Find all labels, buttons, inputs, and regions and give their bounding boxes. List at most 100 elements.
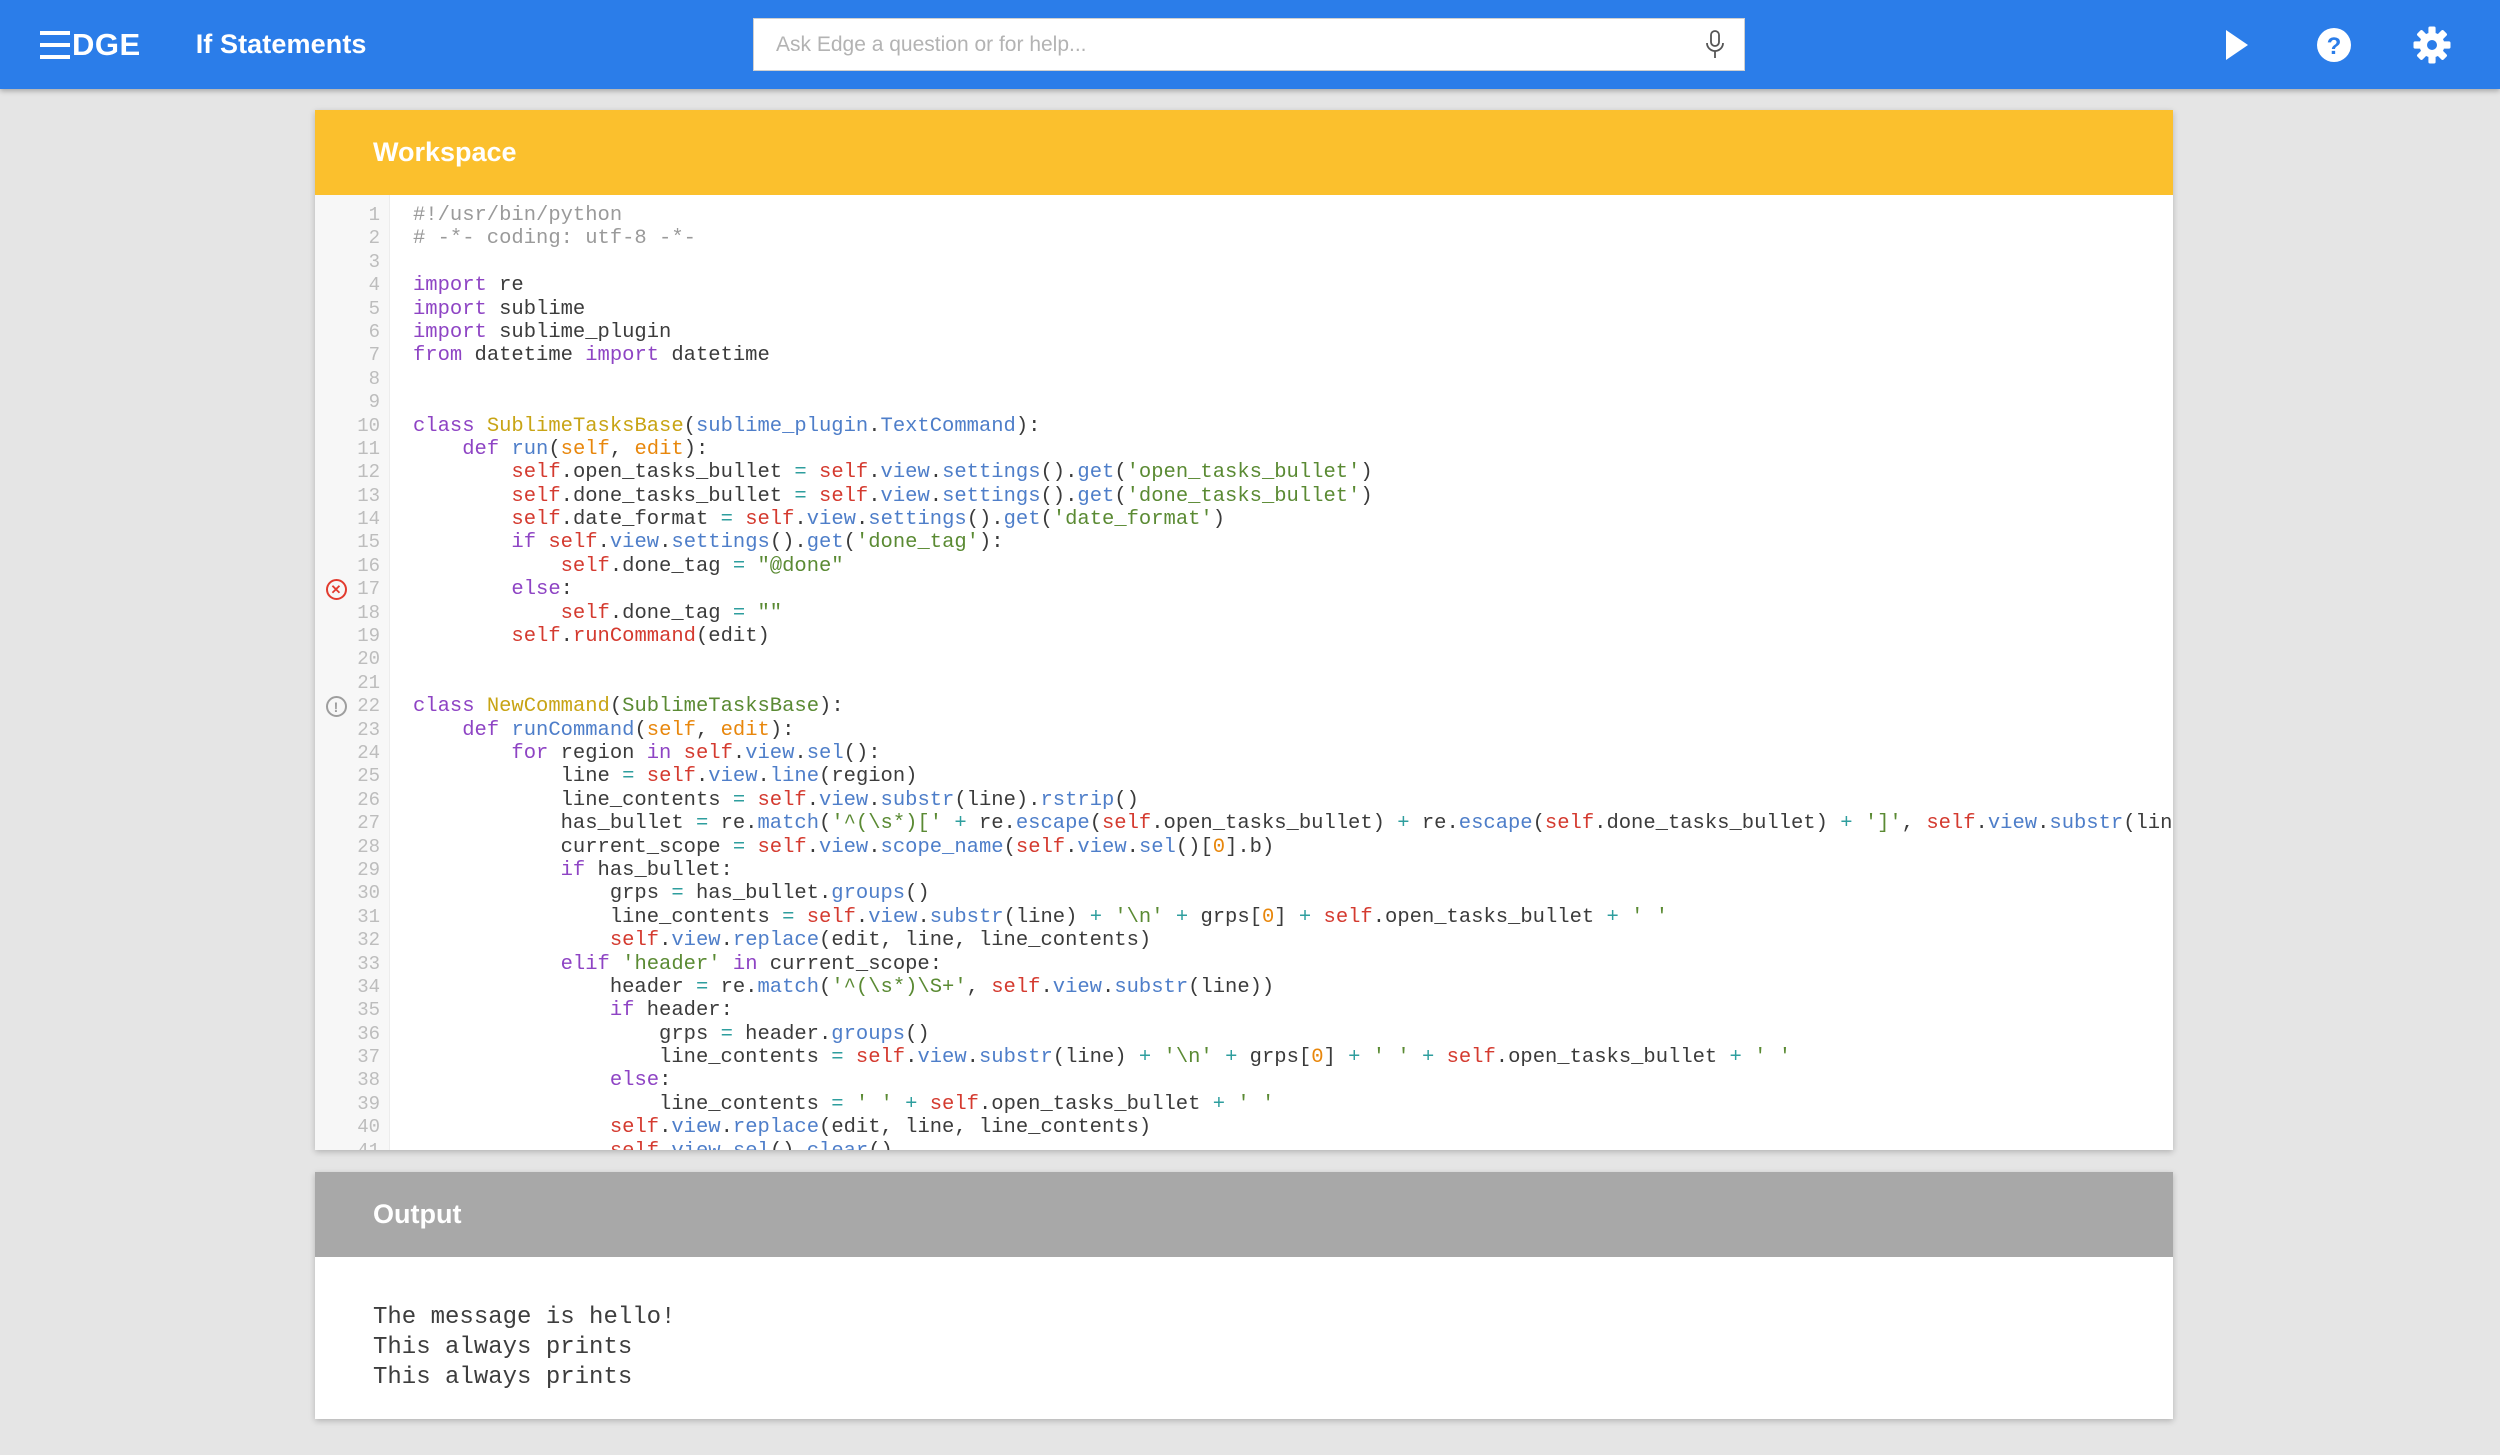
- code-line[interactable]: 26 line_contents = self.view.substr(line…: [315, 789, 2173, 812]
- marker-slot: [315, 929, 357, 952]
- error-marker[interactable]: ✕: [315, 578, 357, 601]
- code-line[interactable]: 25 line = self.view.line(region): [315, 765, 2173, 788]
- marker-slot: [315, 648, 357, 671]
- code-line[interactable]: 18 self.done_tag = "": [315, 602, 2173, 625]
- line-number: 36: [357, 1022, 380, 1045]
- code-line[interactable]: 13 self.done_tasks_bullet = self.view.se…: [315, 485, 2173, 508]
- code-line[interactable]: 40 self.view.replace(edit, line, line_co…: [315, 1116, 2173, 1139]
- code-line-text: import sublime: [413, 297, 586, 321]
- code-line[interactable]: 23 def runCommand(self, edit):: [315, 719, 2173, 742]
- code-line[interactable]: 27 has_bullet = re.match('^(\s*)[' + re.…: [315, 812, 2173, 835]
- marker-slot: [315, 625, 357, 648]
- line-number: 8: [368, 367, 380, 390]
- code-line[interactable]: 34 header = re.match('^(\s*)\S+', self.v…: [315, 976, 2173, 999]
- code-lines-container[interactable]: 1 #!/usr/bin/python 2 # -*- coding: utf-8 -…: [315, 195, 2173, 1150]
- code-line[interactable]: 24 for region in self.view.sel():: [315, 742, 2173, 765]
- marker-slot: [315, 1069, 357, 1092]
- code-line-text: self.view.sel().clear(): [390, 1140, 893, 1150]
- code-line[interactable]: 12 self.open_tasks_bullet = self.view.se…: [315, 461, 2173, 484]
- code-line[interactable]: 15 if self.view.settings().get('done_tag…: [315, 531, 2173, 554]
- code-line[interactable]: 19 self.runCommand(edit): [315, 625, 2173, 648]
- code-line-text: if header:: [609, 999, 733, 1023]
- code-line[interactable]: 14 self.date_format = self.view.settings…: [315, 508, 2173, 531]
- code-line[interactable]: 2 # -*- coding: utf-8 -*-: [315, 227, 2173, 250]
- code-line[interactable]: 35 if header:: [315, 999, 2173, 1022]
- line-number: 41: [357, 1140, 390, 1150]
- gear-icon: [2413, 26, 2451, 63]
- code-line[interactable]: 28 current_scope = self.view.scope_name(…: [315, 836, 2173, 859]
- code-line[interactable]: 33 elif 'header' in current_scope:: [315, 953, 2173, 976]
- workspace-header: Workspace: [315, 110, 2173, 195]
- code-line[interactable]: 7 from datetime import datetime: [315, 344, 2173, 367]
- marker-slot: [315, 461, 357, 484]
- topbar-actions: ?: [2213, 0, 2455, 89]
- line-number: 9: [368, 391, 380, 414]
- line-number: 4: [368, 274, 380, 297]
- marker-slot: [315, 1023, 357, 1046]
- help-button[interactable]: ?: [2311, 22, 2357, 68]
- marker-slot: [315, 485, 357, 508]
- code-line-text: class NewCommand(SublimeTasksBase):: [413, 695, 844, 719]
- marker-slot: [315, 391, 357, 414]
- code-line[interactable]: 4 import re: [315, 274, 2173, 297]
- code-line[interactable]: 21: [315, 672, 2173, 695]
- edge-logo[interactable]: DGE: [40, 29, 141, 60]
- code-line[interactable]: 3: [315, 251, 2173, 274]
- run-button[interactable]: [2213, 22, 2259, 68]
- code-line[interactable]: 32 self.view.replace(edit, line, line_co…: [315, 929, 2173, 952]
- microphone-button[interactable]: [1686, 19, 1744, 70]
- search-input[interactable]: [754, 32, 1686, 57]
- marker-slot: [315, 765, 357, 788]
- code-line[interactable]: ✕ 17 else:: [315, 578, 2173, 601]
- code-line[interactable]: 39 line_contents = ' ' + self.open_tasks…: [315, 1093, 2173, 1116]
- code-line[interactable]: 10 class SublimeTasksBase(sublime_plugin.…: [315, 415, 2173, 438]
- code-line-text: def runCommand(self, edit):: [462, 718, 795, 742]
- code-line[interactable]: 30 grps = has_bullet.groups(): [315, 882, 2173, 905]
- code-line[interactable]: 6 import sublime_plugin: [315, 321, 2173, 344]
- code-line[interactable]: 29 if has_bullet:: [315, 859, 2173, 882]
- warning-marker[interactable]: !: [315, 695, 357, 718]
- code-line-text: has_bullet = re.match('^(\s*)[' + re.esc…: [413, 812, 2173, 836]
- code-line-text: from datetime import datetime: [413, 344, 770, 368]
- code-editor[interactable]: 1 #!/usr/bin/python 2 # -*- coding: utf-8 -…: [315, 195, 2173, 1150]
- code-line[interactable]: 31 line_contents = self.view.substr(line…: [315, 906, 2173, 929]
- code-line[interactable]: 9: [315, 391, 2173, 414]
- code-line-text: import re: [413, 274, 524, 298]
- code-line[interactable]: 11 def run(self, edit):: [315, 438, 2173, 461]
- top-app-bar: DGE If Statements ?: [0, 0, 2500, 89]
- code-line[interactable]: 36 grps = header.groups(): [315, 1023, 2173, 1046]
- code-line-text: self.date_format = self.view.settings().…: [511, 508, 1226, 532]
- code-line-text: if self.view.settings().get('done_tag'):: [511, 531, 1004, 555]
- line-number: 1: [368, 204, 380, 226]
- marker-slot: [315, 204, 357, 227]
- code-line[interactable]: 16 self.done_tag = "@done": [315, 555, 2173, 578]
- marker-slot: [315, 531, 357, 554]
- code-line[interactable]: 5 import sublime: [315, 298, 2173, 321]
- code-line-text: self.done_tasks_bullet = self.view.setti…: [511, 484, 1373, 508]
- code-line[interactable]: 41 self.view.sel().clear(): [315, 1140, 2173, 1150]
- code-line-text: line_contents = self.view.substr(line) +…: [413, 1046, 1792, 1070]
- output-line: This always prints: [373, 1364, 633, 1391]
- code-line-text: self.open_tasks_bullet = self.view.setti…: [511, 461, 1373, 485]
- code-line[interactable]: 38 else:: [315, 1069, 2173, 1092]
- code-line[interactable]: 37 line_contents = self.view.substr(line…: [315, 1046, 2173, 1069]
- error-icon: ✕: [325, 579, 347, 601]
- code-line[interactable]: 20: [315, 648, 2173, 671]
- microphone-icon: [1706, 29, 1724, 58]
- code-line[interactable]: ! 22 class NewCommand(SublimeTasksBase):: [315, 695, 2173, 718]
- workspace-title: Workspace: [373, 137, 517, 167]
- output-line: This always prints: [373, 1334, 633, 1361]
- code-line-text: elif 'header' in current_scope:: [560, 952, 943, 976]
- line-number: 13: [357, 484, 380, 507]
- settings-button[interactable]: [2409, 22, 2455, 68]
- code-line[interactable]: 1 #!/usr/bin/python: [315, 204, 2173, 227]
- line-number: 29: [357, 858, 380, 881]
- marker-slot: [315, 321, 357, 344]
- line-number: 32: [357, 929, 380, 952]
- marker-slot: [315, 415, 357, 438]
- line-number: 14: [357, 508, 380, 531]
- output-header: Output: [315, 1172, 2173, 1257]
- line-number: 17: [357, 578, 380, 601]
- search-bar[interactable]: [753, 18, 1745, 71]
- code-line[interactable]: 8: [315, 368, 2173, 391]
